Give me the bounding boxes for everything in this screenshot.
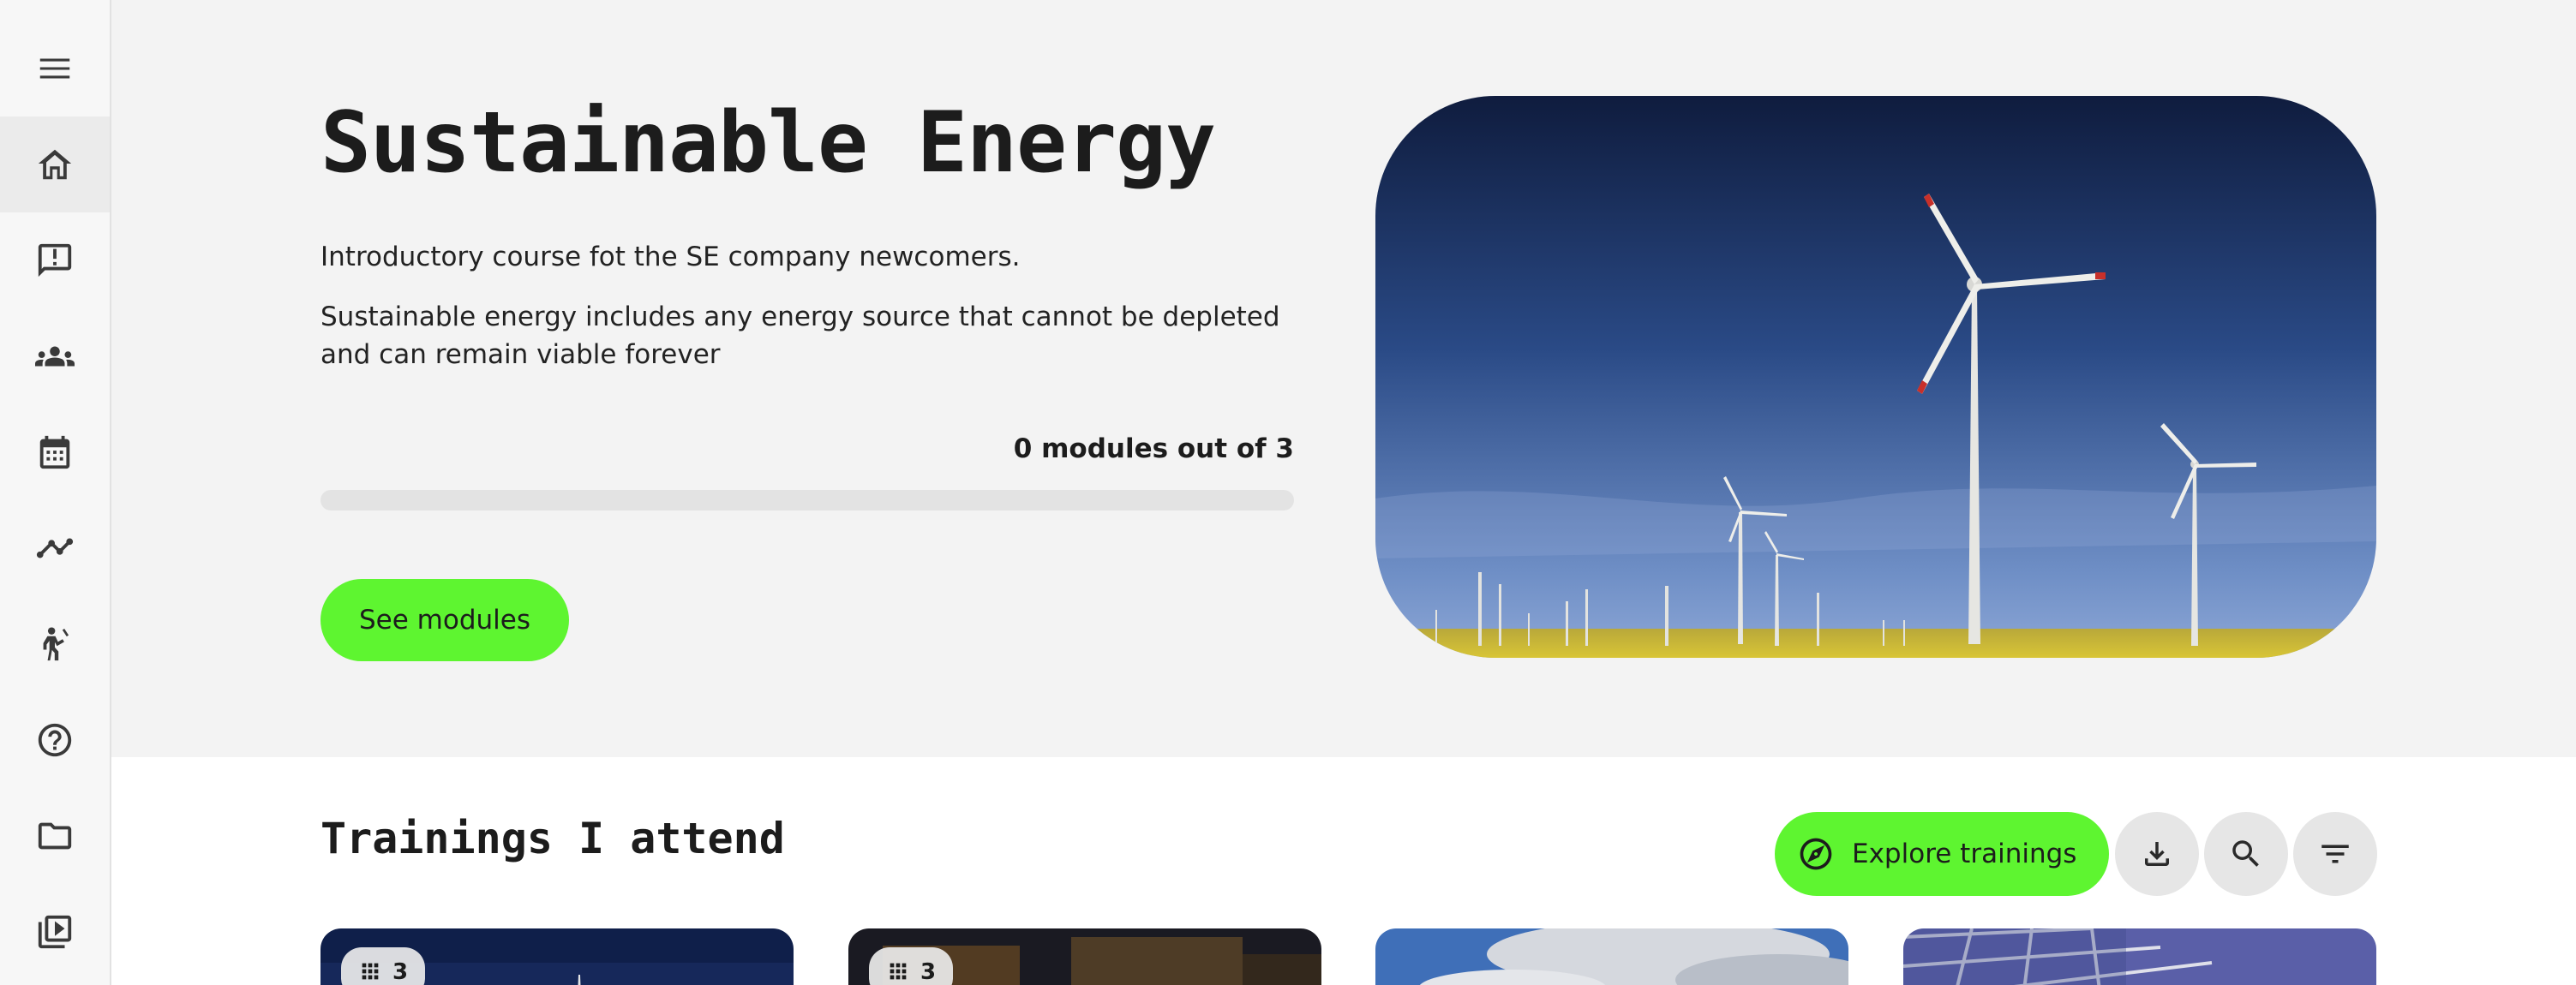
progress-label: 0 modules out of 3 [1013,433,1294,464]
card-image [1375,928,1848,985]
training-card[interactable] [1375,928,1848,985]
download-button[interactable] [2115,812,2199,896]
sidebar-item-help[interactable] [0,692,110,788]
download-icon [2145,842,2169,866]
course-image [1375,96,2376,658]
module-count-badge: 3 [341,947,426,985]
course-title: Sustainable Energy [321,94,1216,192]
sidebar-item-files[interactable] [0,788,110,884]
training-card[interactable]: 3 [848,928,1321,985]
analytics-icon [36,538,74,558]
home-icon [38,149,72,180]
trainings-section: Trainings I attend Explore trainings 3 3 [111,757,2576,985]
explore-trainings-label: Explore trainings [1852,839,2077,869]
groups-icon [35,346,75,367]
sidebar-item-activity[interactable] [0,596,110,692]
filter-button[interactable] [2293,812,2377,896]
apps-icon [362,963,379,980]
video-library-icon [38,915,72,949]
sidebar-item-videos[interactable] [0,884,110,980]
sidebar-item-groups[interactable] [0,308,110,404]
explore-trainings-button[interactable]: Explore trainings [1775,812,2109,896]
section-title: Trainings I attend [321,814,785,863]
course-description: Sustainable energy includes any energy s… [321,301,1280,370]
course-subtitle: Introductory course fot the SE company n… [321,242,1021,272]
sidebar-item-home[interactable] [0,116,110,212]
search-icon [2232,840,2259,867]
help-icon [38,723,72,757]
sidebar-item-feedback[interactable] [0,212,110,308]
calendar-icon [39,435,70,469]
activity-icon [43,627,69,661]
feedback-icon [38,243,72,278]
progress-bar [321,490,1294,510]
module-count: 3 [920,959,937,985]
apps-icon [890,963,907,980]
sidebar-item-calendar[interactable] [0,404,110,500]
menu-icon [39,58,70,79]
folder-icon [38,822,72,850]
see-modules-button[interactable]: See modules [321,579,569,661]
search-button[interactable] [2204,812,2288,896]
filter-icon [2321,845,2349,863]
course-hero: Sustainable Energy Introductory course f… [111,0,2576,757]
sidebar-menu-button[interactable] [0,21,110,116]
compass-icon [1800,838,1832,870]
card-image [1903,928,2376,985]
module-count-badge: 3 [869,947,954,985]
training-card[interactable]: 3 [321,928,794,985]
sidebar-item-analytics[interactable] [0,500,110,596]
sidebar [0,0,111,985]
module-count: 3 [392,959,409,985]
training-card[interactable] [1903,928,2376,985]
